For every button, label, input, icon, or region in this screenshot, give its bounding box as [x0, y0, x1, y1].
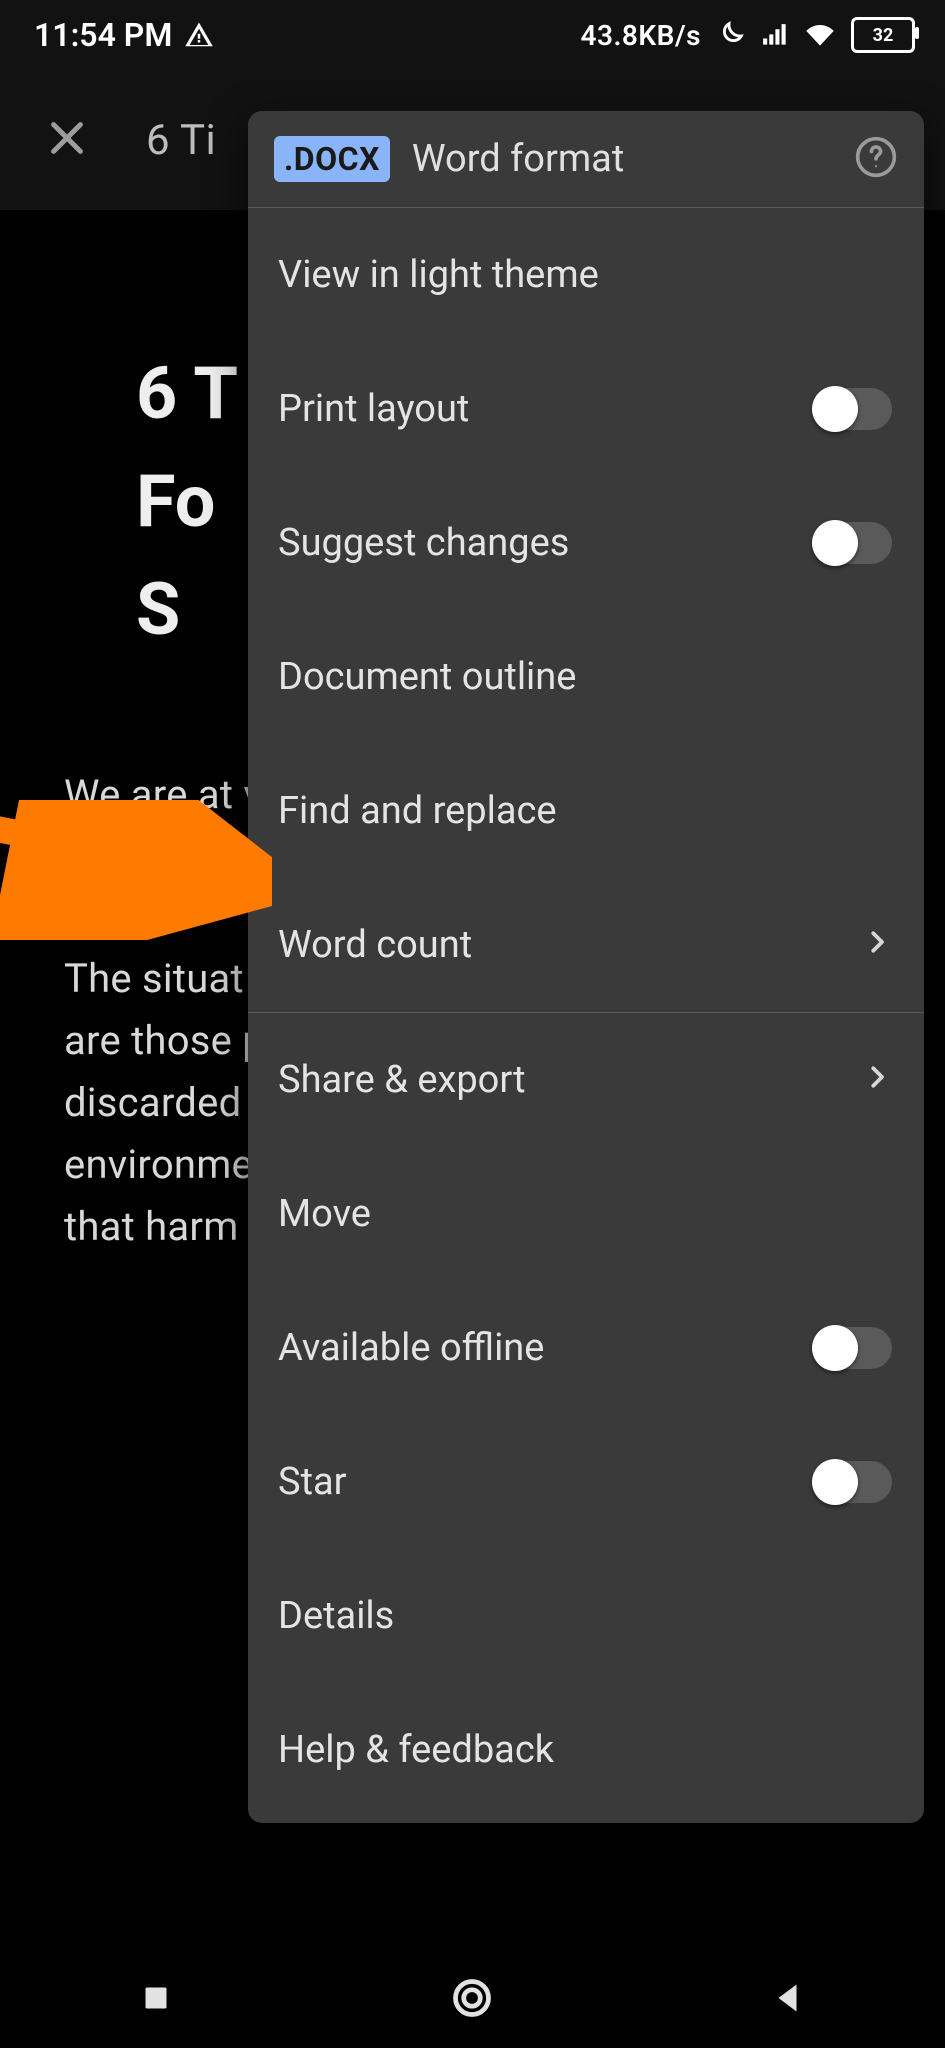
overflow-menu: .DOCX Word format View in light theme Pr… [248, 111, 924, 1823]
print-layout-toggle[interactable] [814, 388, 892, 430]
menu-item-find-replace[interactable]: Find and replace [248, 744, 924, 878]
chevron-right-icon [862, 1058, 892, 1102]
menu-item-share-export[interactable]: Share & export [248, 1013, 924, 1147]
menu-item-label: Move [278, 1192, 371, 1236]
menu-item-suggest-changes[interactable]: Suggest changes [248, 476, 924, 610]
menu-item-label: Share & export [278, 1058, 526, 1102]
menu-item-label: View in light theme [278, 253, 599, 297]
help-icon[interactable] [854, 135, 898, 183]
nav-back-icon[interactable] [771, 1980, 807, 2020]
menu-item-details[interactable]: Details [248, 1549, 924, 1683]
wifi-icon [803, 20, 837, 50]
suggest-changes-toggle[interactable] [814, 522, 892, 564]
menu-item-view-light-theme[interactable]: View in light theme [248, 208, 924, 342]
nav-home-icon[interactable] [450, 1976, 494, 2024]
docx-badge: .DOCX [274, 136, 390, 182]
menu-item-label: Find and replace [278, 789, 557, 833]
menu-item-print-layout[interactable]: Print layout [248, 342, 924, 476]
document-title: 6 Ti [146, 116, 216, 165]
menu-item-label: Available offline [278, 1326, 544, 1370]
menu-item-word-count[interactable]: Word count [248, 878, 924, 1012]
menu-item-label: Word count [278, 923, 472, 967]
available-offline-toggle[interactable] [814, 1327, 892, 1369]
chevron-right-icon [862, 923, 892, 967]
menu-item-star[interactable]: Star [248, 1415, 924, 1549]
menu-item-available-offline[interactable]: Available offline [248, 1281, 924, 1415]
menu-header: .DOCX Word format [248, 111, 924, 208]
menu-item-move[interactable]: Move [248, 1147, 924, 1281]
menu-item-label: Suggest changes [278, 521, 569, 565]
menu-item-help-feedback[interactable]: Help & feedback [248, 1683, 924, 1817]
menu-item-label: Star [278, 1460, 347, 1504]
menu-item-label: Details [278, 1594, 394, 1638]
close-icon[interactable] [44, 115, 90, 165]
status-time: 11:54 PM [34, 16, 172, 54]
dnd-moon-icon [715, 20, 745, 50]
star-toggle[interactable] [814, 1461, 892, 1503]
cell-signal-icon [759, 20, 789, 50]
battery-indicator: 32 [851, 17, 915, 53]
battery-level: 32 [873, 25, 894, 46]
menu-item-label: Document outline [278, 655, 576, 699]
nav-bar [0, 1952, 945, 2048]
network-speed: 43.8KB/s [580, 19, 701, 52]
menu-item-label: Help & feedback [278, 1728, 554, 1772]
nav-recents-icon[interactable] [138, 1980, 174, 2020]
status-bar: 11:54 PM 43.8KB/s 32 [0, 0, 945, 70]
menu-header-title: Word format [412, 137, 832, 181]
warning-icon [184, 20, 214, 50]
menu-item-document-outline[interactable]: Document outline [248, 610, 924, 744]
menu-item-label: Print layout [278, 387, 469, 431]
